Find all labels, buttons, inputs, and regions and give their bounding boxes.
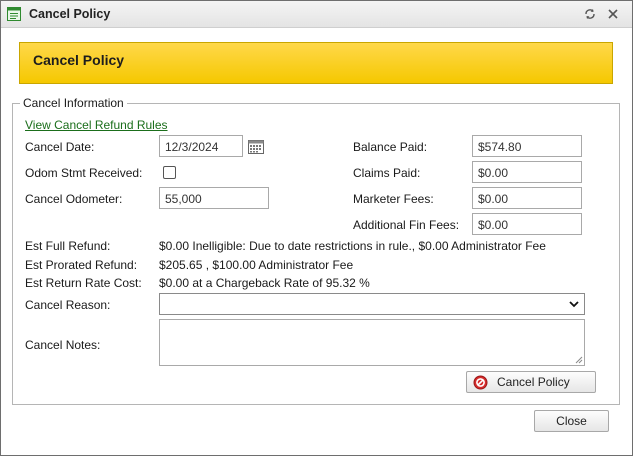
cancel-notes-textarea[interactable] <box>159 319 585 366</box>
resize-grip-icon[interactable] <box>575 356 583 364</box>
form-icon <box>7 7 21 21</box>
est-full-refund-label: Est Full Refund: <box>25 239 111 253</box>
view-cancel-refund-rules-link[interactable]: View Cancel Refund Rules <box>25 118 168 132</box>
window-title: Cancel Policy <box>29 7 111 21</box>
cancel-icon <box>473 375 488 390</box>
cancel-date-label: Cancel Date: <box>25 140 95 154</box>
close-button[interactable]: Close <box>534 410 609 432</box>
cancel-policy-window: Cancel Policy Cancel Policy Cancel Infor… <box>0 0 633 456</box>
claims-paid-input[interactable]: $0.00 <box>472 161 582 183</box>
odom-stmt-label: Odom Stmt Received: <box>25 166 143 180</box>
calendar-icon[interactable] <box>248 139 264 154</box>
group-legend: Cancel Information <box>20 96 127 110</box>
cancel-reason-label: Cancel Reason: <box>25 298 111 312</box>
est-return-rate-label: Est Return Rate Cost: <box>25 276 142 290</box>
est-prorated-refund-value: $205.65 , $100.00 Administrator Fee <box>159 258 354 272</box>
balance-paid-label: Balance Paid: <box>353 140 428 154</box>
est-prorated-refund-label: Est Prorated Refund: <box>25 258 138 272</box>
restore-icon[interactable] <box>584 8 596 20</box>
cancel-policy-button-label: Cancel Policy <box>497 375 570 389</box>
cancel-date-input[interactable]: 12/3/2024 <box>159 135 243 157</box>
cancel-odometer-label: Cancel Odometer: <box>25 192 123 206</box>
additional-fin-fees-input[interactable]: $0.00 <box>472 213 582 235</box>
close-icon[interactable] <box>607 8 619 20</box>
additional-fin-fees-label: Additional Fin Fees: <box>353 218 460 232</box>
balance-paid-input[interactable]: $574.80 <box>472 135 582 157</box>
marketer-fees-input[interactable]: $0.00 <box>472 187 582 209</box>
cancel-policy-button[interactable]: Cancel Policy <box>466 371 596 393</box>
cancel-odometer-input[interactable]: 55,000 <box>159 187 269 209</box>
banner-title: Cancel Policy <box>33 52 125 68</box>
title-bar[interactable]: Cancel Policy <box>1 1 632 28</box>
claims-paid-label: Claims Paid: <box>353 166 421 180</box>
est-return-rate-value: $0.00 at a Chargeback Rate of 95.32 % <box>159 276 370 290</box>
header-banner: Cancel Policy <box>19 42 613 84</box>
marketer-fees-label: Marketer Fees: <box>353 192 434 206</box>
odom-stmt-checkbox[interactable] <box>163 166 176 179</box>
cancel-notes-label: Cancel Notes: <box>25 338 101 352</box>
est-full-refund-value: $0.00 Inelligible: Due to date restricti… <box>159 239 546 253</box>
cancel-reason-select[interactable] <box>159 293 585 315</box>
chevron-down-icon <box>569 301 579 308</box>
